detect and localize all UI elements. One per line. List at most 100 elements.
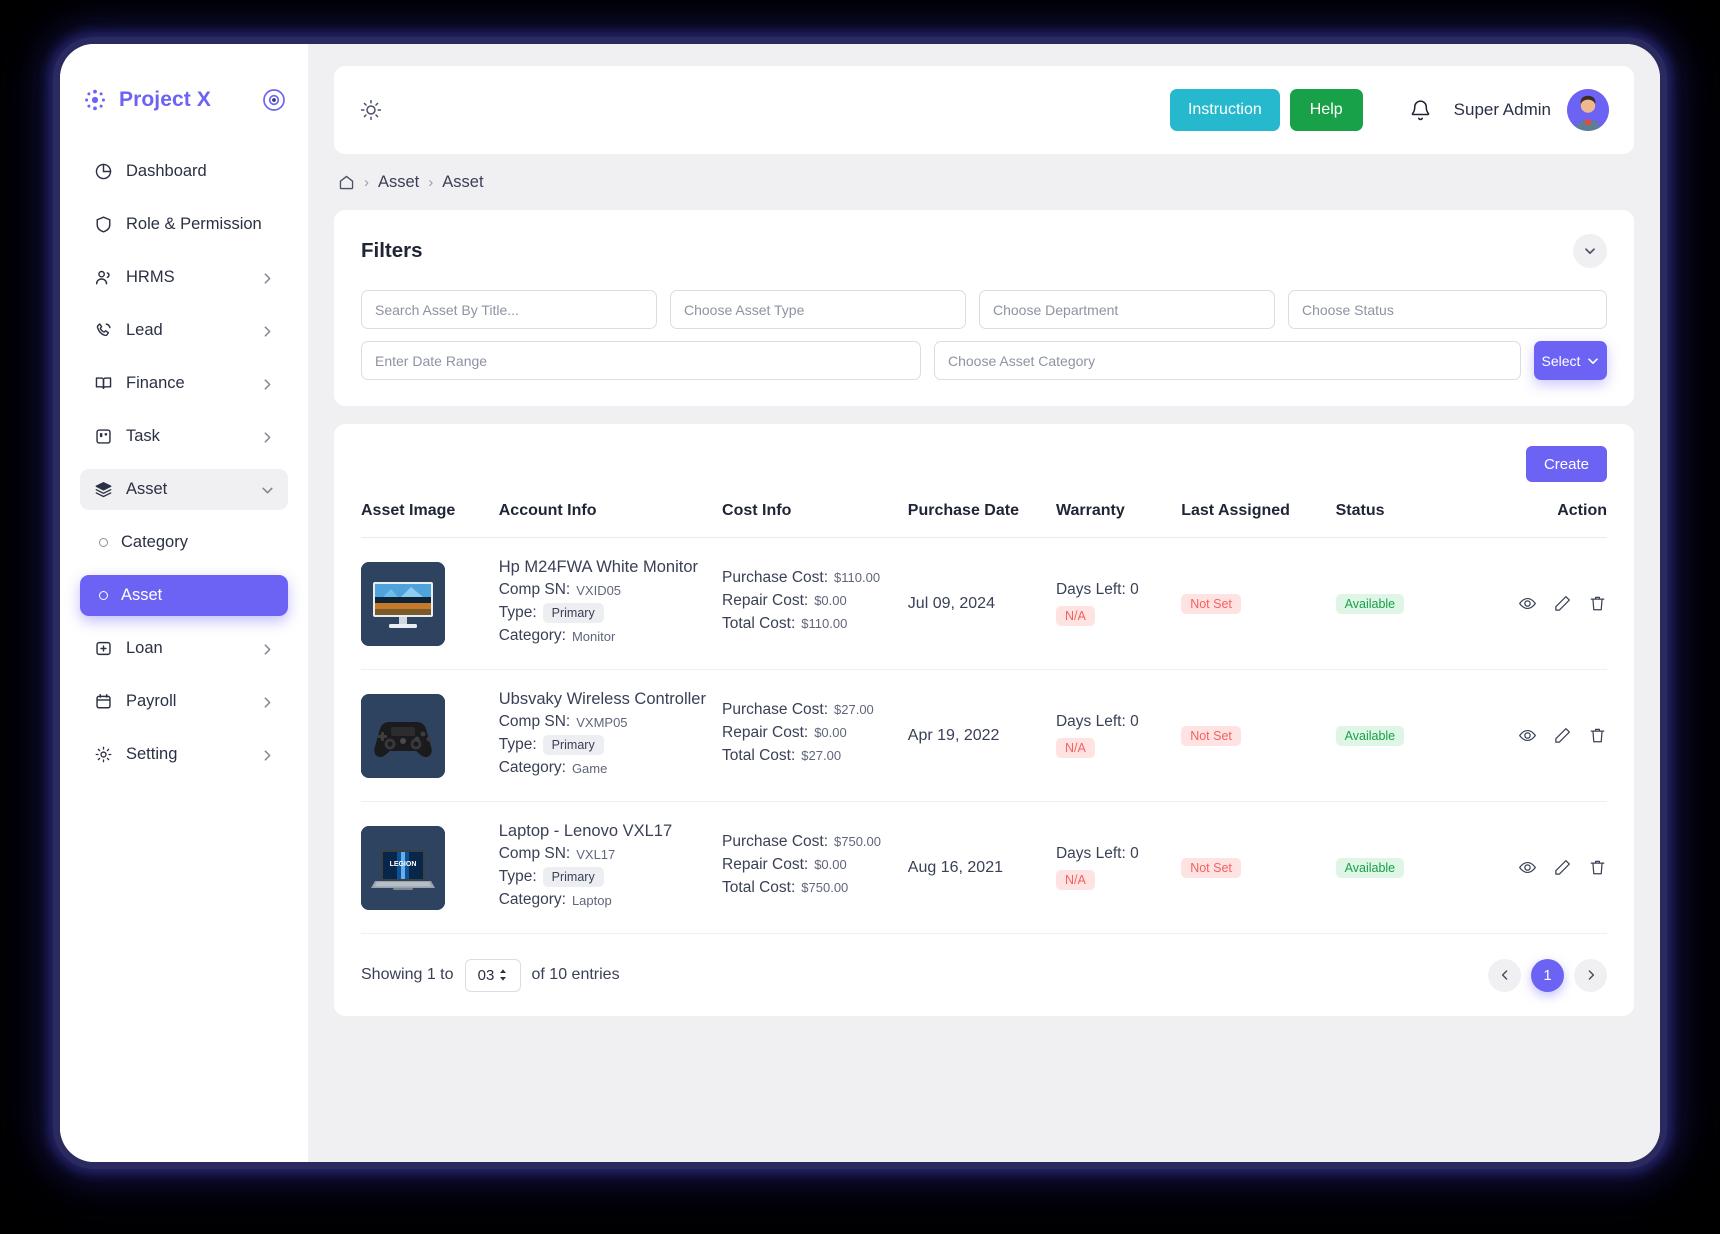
book-icon bbox=[94, 374, 113, 393]
status-badge: Available bbox=[1335, 593, 1405, 614]
trash-icon[interactable] bbox=[1588, 726, 1607, 745]
days-left-label: Days Left: bbox=[1055, 845, 1126, 862]
create-button[interactable]: Create bbox=[1525, 446, 1607, 482]
sidebar-item-dashboard[interactable]: Dashboard bbox=[80, 151, 288, 192]
chevron-right-icon bbox=[261, 642, 274, 655]
cell-warranty: Days Left: 0 N/A bbox=[1055, 801, 1182, 934]
date-range-input[interactable] bbox=[361, 341, 921, 380]
breadcrumb-item-asset[interactable]: Asset bbox=[378, 173, 419, 192]
asset-title: Ubsvaky Wireless Controller bbox=[498, 690, 706, 708]
pagination-page-1[interactable]: 1 bbox=[1531, 958, 1564, 992]
eye-icon[interactable] bbox=[1518, 726, 1537, 745]
cell-purchase-date: Apr 19, 2022 bbox=[907, 669, 1056, 802]
column-header-cost-info: Cost Info bbox=[722, 502, 908, 538]
sidebar-item-label: HRMS bbox=[126, 268, 175, 286]
days-left-value: 0 bbox=[1130, 713, 1139, 730]
game-controller-thumbnail bbox=[361, 693, 445, 778]
cell-cost-info: Purchase Cost: $750.00 Repair Cost: $0.0… bbox=[722, 801, 908, 934]
circle-icon bbox=[99, 591, 108, 600]
sidebar-item-label: Setting bbox=[126, 745, 178, 763]
users-icon bbox=[94, 268, 113, 287]
asset-comp-sn: Comp SN: VXID05 bbox=[499, 581, 722, 599]
cell-account-info: Ubsvaky Wireless Controller Comp SN: VXM… bbox=[498, 669, 723, 802]
pagination-next-button[interactable] bbox=[1574, 958, 1607, 992]
help-button[interactable]: Help bbox=[1289, 89, 1363, 131]
chevron-right-icon bbox=[261, 271, 274, 284]
asset-category: Category: Monitor bbox=[499, 627, 722, 645]
instruction-button[interactable]: Instruction bbox=[1169, 89, 1280, 131]
showing-prefix: Showing 1 to bbox=[361, 966, 454, 983]
sidebar-item-payroll[interactable]: Payroll bbox=[80, 681, 288, 722]
department-select[interactable] bbox=[979, 290, 1275, 329]
repair-cost-value: $0.00 bbox=[814, 857, 847, 872]
filters-card: Filters Select bbox=[334, 210, 1634, 406]
type-chip: Primary bbox=[542, 603, 604, 623]
chevron-right-icon bbox=[261, 430, 274, 443]
category-label: Category: bbox=[498, 891, 566, 908]
sidebar-item-role-permission[interactable]: Role & Permission bbox=[80, 204, 288, 245]
repair-cost-label: Repair Cost: bbox=[722, 724, 809, 741]
cell-warranty: Days Left: 0 N/A bbox=[1055, 537, 1182, 670]
cell-last-assigned: Not Set bbox=[1181, 537, 1336, 670]
chevron-right-icon bbox=[261, 748, 274, 761]
asset-category-select[interactable] bbox=[934, 341, 1521, 380]
pencil-icon[interactable] bbox=[1553, 726, 1572, 745]
pagination-prev-button[interactable] bbox=[1488, 958, 1521, 992]
search-asset-input[interactable] bbox=[361, 290, 657, 329]
asset-type: Type: Primary bbox=[499, 867, 722, 887]
cell-asset-image bbox=[361, 537, 499, 670]
sidebar-item-finance[interactable]: Finance bbox=[80, 363, 288, 404]
eye-icon[interactable] bbox=[1518, 858, 1537, 877]
cell-action bbox=[1473, 537, 1607, 670]
sidebar-item-loan[interactable]: Loan bbox=[80, 628, 288, 669]
sidebar-item-category[interactable]: Category bbox=[80, 522, 288, 563]
cell-asset-image: LEGION bbox=[361, 801, 499, 934]
row-actions bbox=[1473, 726, 1607, 745]
status-select[interactable] bbox=[1288, 290, 1607, 329]
avatar[interactable] bbox=[1567, 89, 1609, 131]
purchase-cost-line: Purchase Cost: $110.00 bbox=[722, 569, 908, 587]
layers-icon bbox=[94, 480, 113, 499]
bell-icon[interactable] bbox=[1409, 98, 1432, 123]
column-header-status: Status bbox=[1335, 502, 1474, 538]
row-actions bbox=[1473, 858, 1607, 877]
sidebar-item-label: Payroll bbox=[126, 692, 177, 710]
table-head: Asset Image Account Info Cost Info Purch… bbox=[361, 502, 1607, 538]
cell-action bbox=[1473, 801, 1607, 934]
cell-warranty: Days Left: 0 N/A bbox=[1055, 669, 1182, 802]
eye-icon[interactable] bbox=[1518, 594, 1537, 613]
cell-cost-info: Purchase Cost: $110.00 Repair Cost: $0.0… bbox=[722, 537, 908, 670]
phone-call-icon bbox=[94, 321, 113, 340]
days-left-line: Days Left: 0 bbox=[1056, 845, 1181, 863]
trash-icon[interactable] bbox=[1588, 858, 1607, 877]
sun-icon[interactable] bbox=[359, 98, 383, 122]
sidebar-item-hrms[interactable]: HRMS bbox=[80, 257, 288, 298]
sidebar-item-asset-child[interactable]: Asset bbox=[80, 575, 288, 616]
per-page-value: 03 bbox=[477, 966, 495, 984]
type-label: Type: bbox=[498, 868, 537, 885]
sidebar-item-lead[interactable]: Lead bbox=[80, 310, 288, 351]
sidebar-item-task[interactable]: Task bbox=[80, 416, 288, 457]
select-button[interactable]: Select bbox=[1534, 341, 1607, 380]
type-label: Type: bbox=[498, 604, 537, 621]
breadcrumb: › Asset › Asset bbox=[334, 154, 1634, 210]
sidebar-item-label: Task bbox=[126, 427, 160, 445]
purchase-cost-line: Purchase Cost: $750.00 bbox=[722, 833, 908, 851]
trash-icon[interactable] bbox=[1588, 594, 1607, 613]
home-icon[interactable] bbox=[338, 174, 355, 191]
asset-type-select[interactable] bbox=[670, 290, 966, 329]
sidebar-item-label: Role & Permission bbox=[126, 215, 262, 233]
sidebar-item-setting[interactable]: Setting bbox=[80, 734, 288, 775]
pencil-icon[interactable] bbox=[1553, 594, 1572, 613]
breadcrumb-item-asset-current[interactable]: Asset bbox=[442, 173, 483, 192]
filters-collapse-button[interactable] bbox=[1573, 234, 1607, 268]
chevron-right-icon bbox=[261, 377, 274, 390]
sidebar-toggle-icon[interactable] bbox=[262, 88, 286, 112]
pencil-icon[interactable] bbox=[1553, 858, 1572, 877]
per-page-stepper[interactable]: 03 bbox=[464, 958, 521, 992]
sidebar-item-label: Dashboard bbox=[126, 162, 207, 180]
sidebar-item-asset[interactable]: Asset bbox=[80, 469, 288, 510]
asset-category: Category: Game bbox=[499, 759, 722, 777]
breadcrumb-separator: › bbox=[428, 173, 434, 191]
asset-type: Type: Primary bbox=[499, 603, 722, 623]
